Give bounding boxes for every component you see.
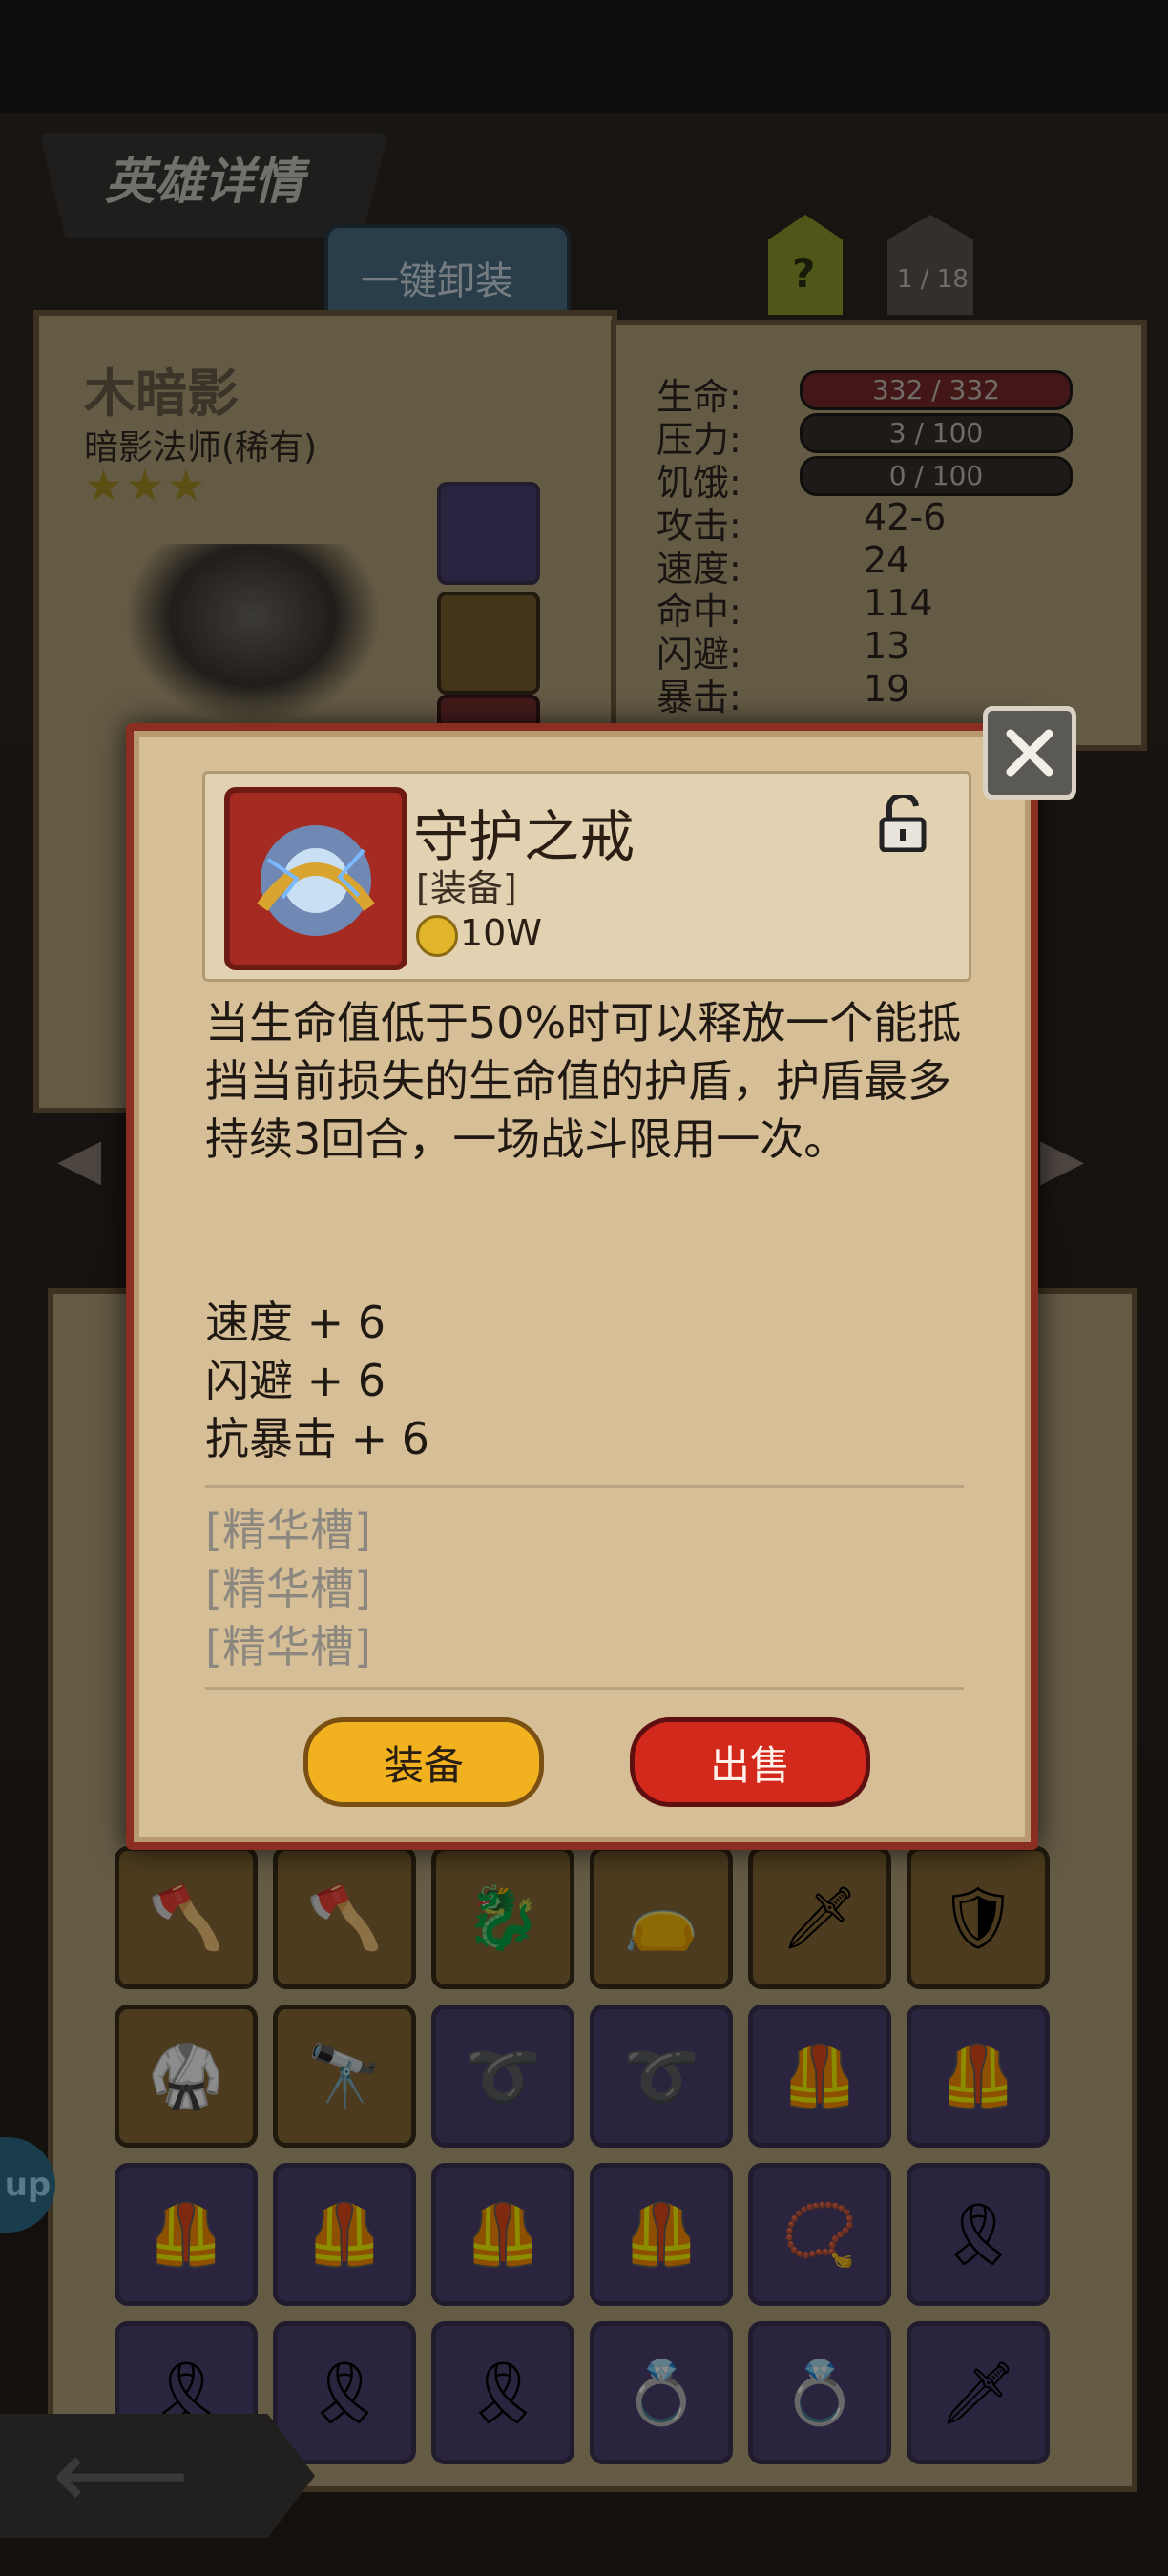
item-description: 当生命值低于50%时可以释放一个能抵挡当前损失的生命值的护盾，护盾最多持续3回合…: [205, 997, 962, 1165]
hero-stars: ★★★: [84, 460, 208, 511]
close-icon: [1006, 729, 1053, 777]
top-status-bar: [0, 0, 1168, 113]
ring-icon: [224, 787, 407, 970]
close-button[interactable]: [983, 706, 1076, 800]
stat-value: 19: [864, 668, 910, 710]
inventory-item-icon[interactable]: 🦺: [273, 2163, 416, 2306]
inventory-item-icon[interactable]: 🪓: [115, 1846, 258, 1989]
stat-bar: 332 / 332: [800, 370, 1073, 410]
essence-slot[interactable]: [精华槽]: [205, 1554, 371, 1617]
stat-bar: 0 / 100: [800, 456, 1073, 496]
back-arrow-icon: ⟵: [52, 2419, 190, 2530]
inventory-item-icon[interactable]: 🛡: [907, 1846, 1050, 1989]
previous-hero-arrow-icon[interactable]: ◀: [57, 1126, 101, 1193]
inventory-item-icon[interactable]: 👝: [590, 1846, 733, 1989]
inventory-item-icon[interactable]: 🦺: [907, 2005, 1050, 2148]
inventory-item-icon[interactable]: 🗡: [907, 2321, 1050, 2464]
sell-button[interactable]: 出售: [630, 1717, 870, 1807]
inventory-item-icon[interactable]: 📿: [748, 2163, 891, 2306]
equip-button[interactable]: 装备: [303, 1717, 544, 1807]
hero-portrait: [124, 544, 382, 725]
inventory-item-icon[interactable]: ➰: [431, 2005, 574, 2148]
hero-name: 木暗影: [84, 364, 239, 424]
inventory-item-icon[interactable]: 🪓: [273, 1846, 416, 1989]
bonus-speed: 速度 + 6: [205, 1297, 386, 1348]
stat-value: 42-6: [864, 496, 947, 538]
stat-value: 114: [864, 582, 933, 624]
stat-value: 24: [864, 539, 910, 581]
essence-slot[interactable]: [精华槽]: [205, 1612, 371, 1675]
inventory-item-icon[interactable]: 🦺: [431, 2163, 574, 2306]
inventory-item-icon[interactable]: 🎗: [907, 2163, 1050, 2306]
sell-button-label: 出售: [709, 1741, 790, 1789]
stat-bar: 3 / 100: [800, 413, 1073, 453]
item-type: [装备]: [416, 867, 517, 909]
equip-button-label: 装备: [383, 1741, 464, 1789]
help-icon: ?: [792, 250, 816, 297]
inventory-item-icon[interactable]: 🦺: [748, 2005, 891, 2148]
inventory-item-icon[interactable]: 🦺: [115, 2163, 258, 2306]
inventory-item-icon[interactable]: 💍: [590, 2321, 733, 2464]
inventory-item-icon[interactable]: 🗡: [748, 1846, 891, 1989]
inventory-item-icon[interactable]: 🔭: [273, 2005, 416, 2148]
inventory-item-icon[interactable]: 🥋: [115, 2005, 258, 2148]
inventory-item-icon[interactable]: 🎗: [273, 2321, 416, 2464]
inventory-item-icon[interactable]: 💍: [748, 2321, 891, 2464]
inventory-item-icon[interactable]: 🎗: [431, 2321, 574, 2464]
bonus-evasion: 闪避 + 6: [205, 1355, 386, 1406]
divider: [205, 1485, 964, 1488]
bonus-crit-resist: 抗暴击 + 6: [205, 1413, 430, 1465]
page-indicator: 1 / 18: [897, 265, 969, 294]
unequip-all-label: 一键卸装: [361, 260, 513, 303]
unlocked-lock-icon[interactable]: [878, 791, 928, 853]
skill-slot-icon[interactable]: [437, 482, 540, 585]
page-title: 英雄详情: [105, 154, 304, 211]
inventory-item-icon[interactable]: 🐉: [431, 1846, 574, 1989]
inventory-item-icon[interactable]: ➰: [590, 2005, 733, 2148]
spyglass-slot-icon[interactable]: [437, 592, 540, 695]
divider: [205, 1687, 964, 1690]
coin-icon: [416, 915, 458, 957]
item-price: 10W: [460, 912, 542, 954]
next-hero-arrow-icon[interactable]: ▶: [1040, 1126, 1084, 1193]
stat-label: 暴击:: [657, 676, 741, 718]
stat-value: 13: [864, 625, 910, 667]
essence-slot[interactable]: [精华槽]: [205, 1496, 371, 1559]
inventory-item-icon[interactable]: 🦺: [590, 2163, 733, 2306]
